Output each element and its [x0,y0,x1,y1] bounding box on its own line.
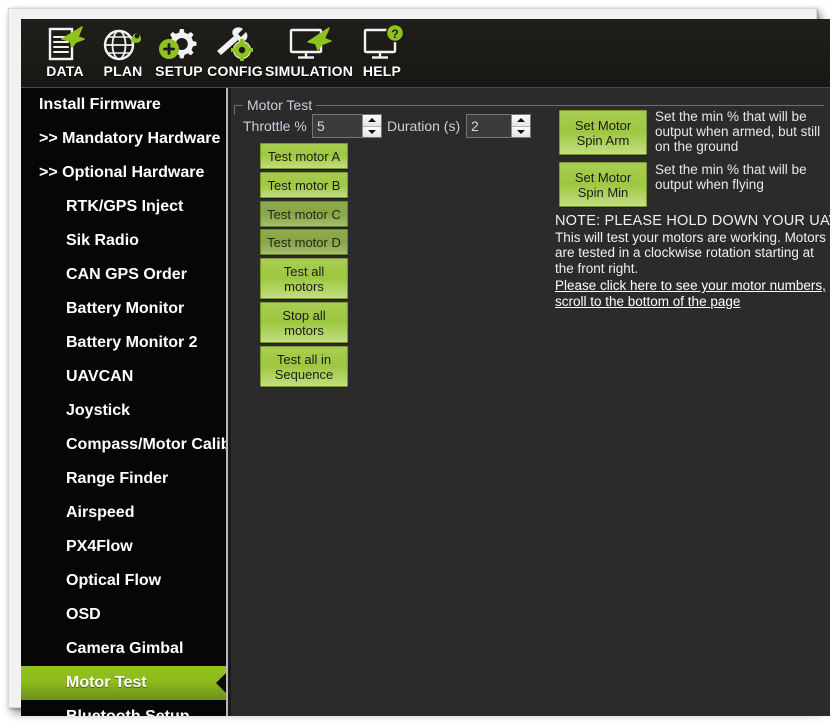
sidebar-selected-arrow-icon [216,672,226,694]
set-motor-spin-min-button[interactable]: Set Motor Spin Min [559,162,647,207]
motor-test-panel: Motor Test Throttle % Duration (s) [231,88,830,716]
test-all-in-sequence-button[interactable]: Test all in Sequence [260,346,348,387]
throttle-decrement-button[interactable] [363,126,381,137]
duration-spin-buttons[interactable] [511,115,530,137]
throttle-input[interactable] [313,115,362,137]
throttle-stepper[interactable] [312,114,382,138]
sidebar-item-label: Optical Flow [66,572,162,589]
sidebar-item-compass-motor-calib[interactable]: Compass/Motor Calib [21,428,226,462]
sidebar-item-osd[interactable]: OSD [21,598,226,632]
window-client-area: DATA PLAN SETUP CONFIG SIMULATION ? HELP… [21,19,830,716]
test-motor-d-button[interactable]: Test motor D [260,229,348,255]
sidebar-item-camera-gimbal[interactable]: Camera Gimbal [21,632,226,666]
throttle-label: Throttle % [243,118,307,134]
sidebar-item-label: >> Mandatory Hardware [39,130,221,147]
sidebar-item-label: Compass/Motor Calib [66,436,226,453]
sidebar-item-label: Battery Monitor 2 [66,334,198,351]
setup-sidebar[interactable]: Install Firmware >> Mandatory Hardware >> … [21,88,226,716]
throttle-increment-button[interactable] [363,115,381,127]
duration-input[interactable] [467,115,511,137]
test-motor-b-button[interactable]: Test motor B [260,172,348,198]
sidebar-item-motor-test[interactable]: Motor Test [21,666,226,700]
test-motor-a-button[interactable]: Test motor A [260,143,348,169]
sidebar-item-joystick[interactable]: Joystick [21,394,226,428]
sidebar-item-mandatory-hardware[interactable]: >> Mandatory Hardware [21,122,226,156]
sidebar-item-install-firmware[interactable]: Install Firmware [21,88,226,122]
sidebar-item-sik-radio[interactable]: Sik Radio [21,224,226,258]
sidebar-item-label: >> Optional Hardware [39,164,205,181]
throttle-spin-buttons[interactable] [362,115,381,137]
note-body: This will test your motors are working. … [555,229,826,276]
groupbox-title: Motor Test [243,97,317,113]
sidebar-nav-list: Install Firmware >> Mandatory Hardware >> … [21,88,226,716]
motor-test-note: NOTE: PLEASE HOLD DOWN YOUR UAV This wil… [555,213,830,276]
sidebar-item-airspeed[interactable]: Airspeed [21,496,226,530]
sidebar-item-label: Sik Radio [66,232,139,249]
note-title: NOTE: PLEASE HOLD DOWN YOUR UAV [555,213,830,229]
sidebar-item-label: OSD [66,606,101,623]
set-motor-spin-arm-button[interactable]: Set Motor Spin Arm [559,110,647,155]
main-toolbar: DATA PLAN SETUP CONFIG SIMULATION ? HELP [21,19,830,88]
mission-planner-window: DATA PLAN SETUP CONFIG SIMULATION ? HELP… [0,0,833,728]
sidebar-item-label: CAN GPS Order [66,266,187,283]
test-all-motors-button[interactable]: Test all motors [260,258,348,299]
sidebar-item-rtk-gps-inject[interactable]: RTK/GPS Inject [21,190,226,224]
spin-arm-description: Set the min % that will be output when a… [655,109,821,154]
duration-stepper[interactable] [466,114,531,138]
toolbar-label-help: HELP [362,63,402,79]
spin-min-description: Set the min % that will be output when f… [655,162,807,192]
window-frame: DATA PLAN SETUP CONFIG SIMULATION ? HELP… [8,8,830,716]
sidebar-item-battery-monitor-2[interactable]: Battery Monitor 2 [21,326,226,360]
duration-decrement-button[interactable] [512,126,530,137]
sidebar-item-optional-hardware[interactable]: >> Optional Hardware [21,156,226,190]
sidebar-item-px4flow[interactable]: PX4Flow [21,530,226,564]
duration-label: Duration (s) [387,118,461,134]
toolbar-item-help[interactable]: ? HELP [346,23,418,85]
stop-all-motors-button[interactable]: Stop all motors [260,302,348,343]
duration-increment-button[interactable] [512,115,530,127]
sidebar-item-range-finder[interactable]: Range Finder [21,462,226,496]
svg-text:?: ? [391,27,398,41]
test-motor-c-button[interactable]: Test motor C [260,201,348,227]
sidebar-item-label: PX4Flow [66,538,133,555]
sidebar-item-uavcan[interactable]: UAVCAN [21,360,226,394]
sidebar-item-battery-monitor[interactable]: Battery Monitor [21,292,226,326]
sidebar-item-label: Install Firmware [39,96,161,113]
sidebar-item-label: UAVCAN [66,368,134,385]
sidebar-item-label: Motor Test [66,674,147,691]
sidebar-item-label: Range Finder [66,470,169,487]
sidebar-item-label: Battery Monitor [66,300,185,317]
sidebar-item-label: Airspeed [66,504,135,521]
sidebar-item-optical-flow[interactable]: Optical Flow [21,564,226,598]
sidebar-item-label: RTK/GPS Inject [66,198,184,215]
motor-test-groupbox: Motor Test Throttle % Duration (s) [234,96,830,396]
sidebar-item-label: Bluetooth Setup [66,708,190,716]
sidebar-item-bluetooth-setup[interactable]: Bluetooth Setup [21,700,226,716]
sidebar-item-label: Camera Gimbal [66,640,184,657]
sidebar-item-label: Joystick [66,402,131,419]
monitor-question-icon: ? [346,23,418,63]
sidebar-item-can-gps-order[interactable]: CAN GPS Order [21,258,226,292]
motor-numbers-link[interactable]: Please click here to see your motor numb… [555,278,830,310]
